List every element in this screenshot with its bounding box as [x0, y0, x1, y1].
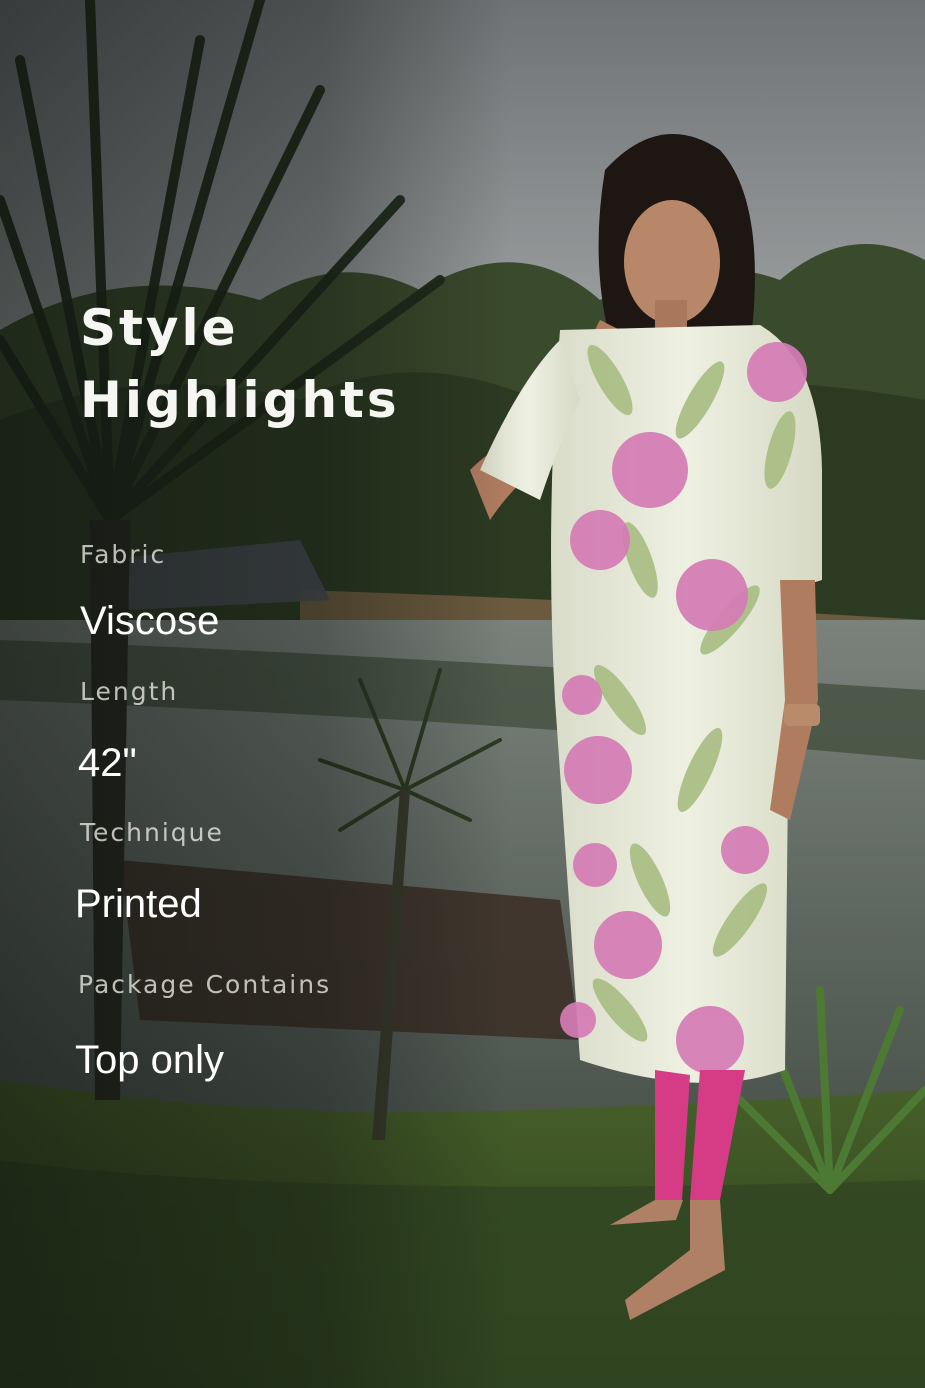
spec-value-package: Top only — [75, 1038, 224, 1082]
spec-value-fabric: Viscose — [80, 599, 220, 643]
page-title: Style Highlights — [80, 292, 400, 436]
spec-label-length: Length — [80, 677, 179, 706]
spec-label-package: Package Contains — [78, 970, 332, 999]
title-line-1: Style — [80, 299, 239, 357]
spec-label-fabric: Fabric — [80, 540, 167, 569]
spec-value-technique: Printed — [75, 882, 202, 926]
title-line-2: Highlights — [80, 371, 400, 429]
spec-label-technique: Technique — [80, 818, 224, 847]
spec-value-length: 42" — [78, 741, 137, 785]
